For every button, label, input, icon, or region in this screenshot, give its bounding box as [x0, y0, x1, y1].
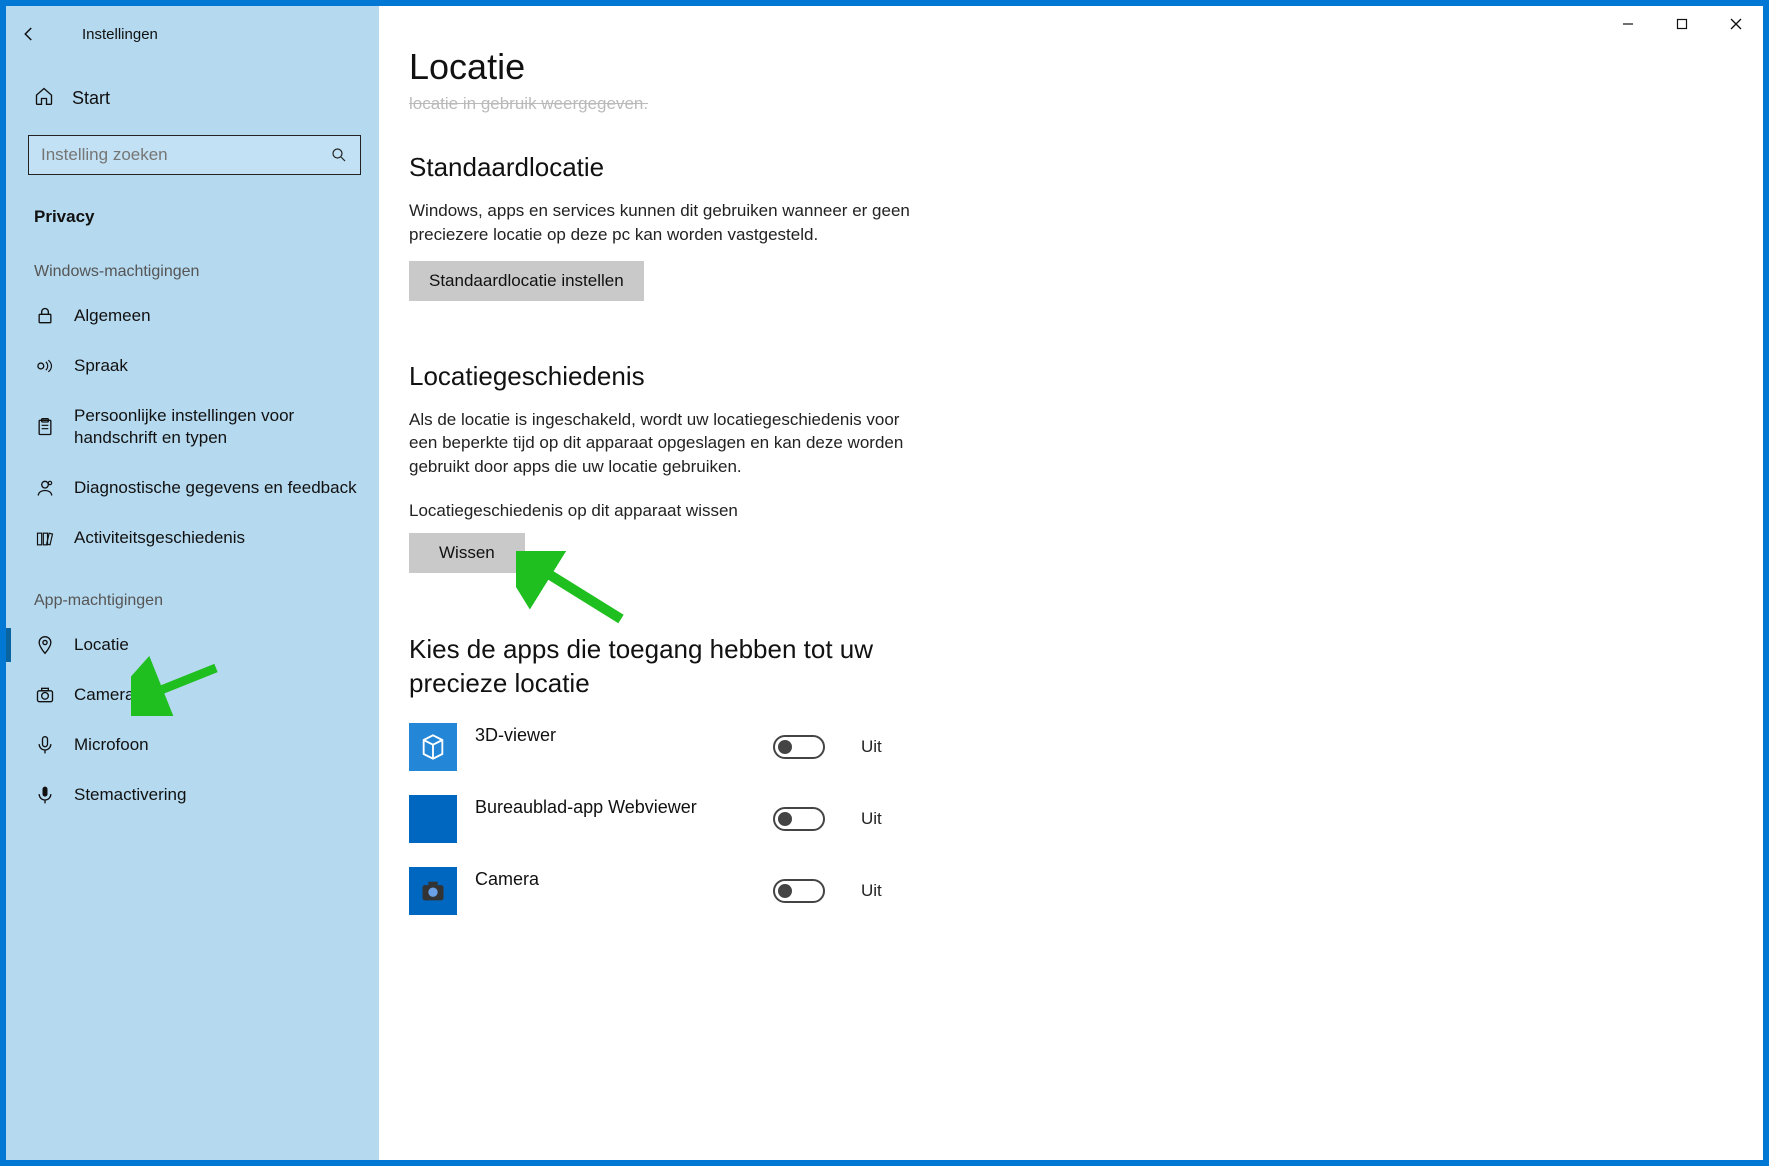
camera-icon	[34, 685, 56, 705]
page-title: Locatie	[409, 46, 1733, 88]
set-default-location-button[interactable]: Standaardlocatie instellen	[409, 261, 644, 301]
sidebar-item-location[interactable]: Locatie	[6, 620, 379, 670]
speech-icon	[34, 356, 56, 376]
app-icon-3dviewer	[409, 723, 457, 771]
feedback-icon	[34, 478, 56, 498]
apps-access-heading: Kies de apps die toegang hebben tot uw p…	[409, 633, 949, 701]
sidebar-item-microphone[interactable]: Microfoon	[6, 720, 379, 770]
search-input[interactable]	[41, 145, 330, 165]
sidebar-item-voice-activation[interactable]: Stemactivering	[6, 770, 379, 820]
window-title: Instellingen	[82, 26, 158, 43]
sidebar-item-speech[interactable]: Spraak	[6, 341, 379, 391]
sidebar-item-label: Algemeen	[74, 305, 357, 327]
sidebar-item-label: Spraak	[74, 355, 357, 377]
sidebar-item-label: Locatie	[74, 634, 357, 656]
content-area: Locatie locatie in gebruik weergegeven. …	[379, 6, 1763, 933]
sidebar-item-inking[interactable]: Persoonlijke instellingen voor handschri…	[6, 391, 379, 463]
activity-icon	[34, 529, 56, 549]
app-toggle-state: Uit	[861, 737, 882, 757]
sidebar-item-label: Stemactivering	[74, 784, 357, 806]
default-location-heading: Standaardlocatie	[409, 152, 1733, 183]
default-location-desc: Windows, apps en services kunnen dit geb…	[409, 199, 929, 247]
close-button[interactable]	[1709, 6, 1763, 42]
sidebar-item-label: Diagnostische gegevens en feedback	[74, 477, 357, 499]
search-wrap	[6, 135, 379, 175]
app-name: 3D-viewer	[475, 723, 755, 746]
window-controls	[1601, 6, 1763, 42]
maximize-button[interactable]	[1655, 6, 1709, 42]
titlebar-left: Instellingen	[6, 14, 379, 54]
search-box[interactable]	[28, 135, 361, 175]
sidebar-category: Privacy	[6, 185, 379, 235]
minimize-button[interactable]	[1601, 6, 1655, 42]
arrow-left-icon	[20, 25, 38, 43]
app-toggle[interactable]	[773, 807, 825, 831]
home-icon	[34, 86, 54, 111]
main-content: Locatie locatie in gebruik weergegeven. …	[379, 6, 1763, 1160]
sidebar-item-activity-history[interactable]: Activiteitsgeschiedenis	[6, 513, 379, 563]
app-row: 3D-viewer Uit	[409, 717, 1733, 789]
sidebar-home-label: Start	[72, 88, 110, 109]
sidebar-item-label: Camera	[74, 684, 357, 706]
sidebar-home[interactable]: Start	[6, 76, 379, 121]
sidebar-item-general[interactable]: Algemeen	[6, 291, 379, 341]
lock-icon	[34, 306, 56, 326]
sidebar-item-label: Activiteitsgeschiedenis	[74, 527, 357, 549]
history-clear-label: Locatiegeschiedenis op dit apparaat wiss…	[409, 501, 1733, 521]
microphone-icon	[34, 735, 56, 755]
sidebar-item-label: Persoonlijke instellingen voor handschri…	[74, 405, 357, 449]
location-icon	[34, 635, 56, 655]
app-row: Camera Uit	[409, 861, 1733, 933]
history-desc: Als de locatie is ingeschakeld, wordt uw…	[409, 408, 929, 479]
sidebar-item-diagnostics[interactable]: Diagnostische gegevens en feedback	[6, 463, 379, 513]
app-row: Bureaublad-app Webviewer Uit	[409, 789, 1733, 861]
settings-window: Instellingen Start Privacy Windows-macht…	[6, 6, 1763, 1160]
clipboard-icon	[34, 417, 56, 437]
clipped-text: locatie in gebruik weergegeven.	[409, 94, 1733, 114]
app-toggle-state: Uit	[861, 881, 882, 901]
app-toggle[interactable]	[773, 879, 825, 903]
group-app-permissions: App-machtigingen	[6, 564, 379, 620]
sidebar-item-label: Microfoon	[74, 734, 357, 756]
app-icon-camera	[409, 867, 457, 915]
app-icon-webviewer	[409, 795, 457, 843]
sidebar-item-camera[interactable]: Camera	[6, 670, 379, 720]
history-heading: Locatiegeschiedenis	[409, 361, 1733, 392]
app-name: Bureaublad-app Webviewer	[475, 795, 755, 818]
app-toggle-state: Uit	[861, 809, 882, 829]
app-toggle[interactable]	[773, 735, 825, 759]
group-windows-permissions: Windows-machtigingen	[6, 235, 379, 291]
search-icon	[330, 146, 348, 164]
voice-activation-icon	[34, 785, 56, 805]
clear-history-button[interactable]: Wissen	[409, 533, 525, 573]
app-name: Camera	[475, 867, 755, 890]
sidebar: Instellingen Start Privacy Windows-macht…	[6, 6, 379, 1160]
back-button[interactable]	[6, 14, 52, 54]
